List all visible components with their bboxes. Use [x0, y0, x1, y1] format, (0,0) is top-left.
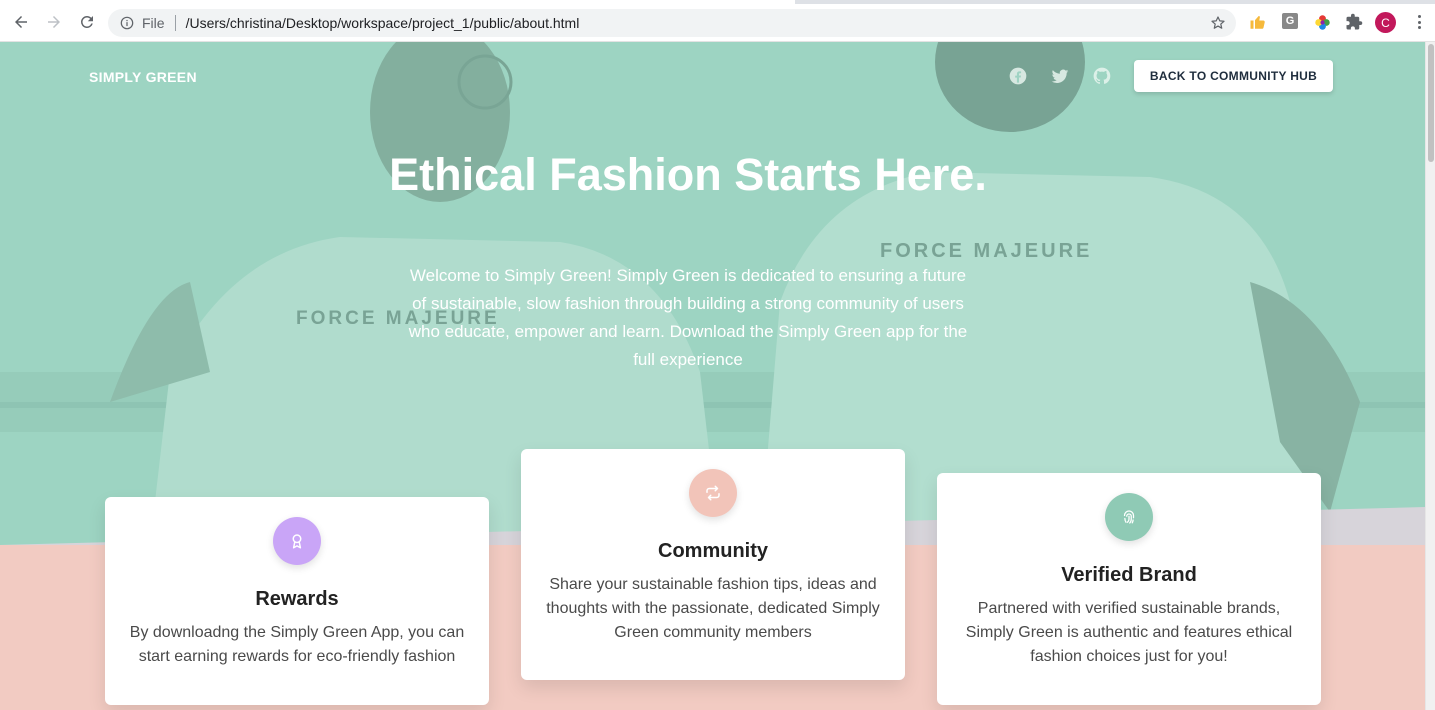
- feature-card-rewards: Rewards By downloadng the Simply Green A…: [105, 497, 489, 705]
- address-bar[interactable]: File /Users/christina/Desktop/workspace/…: [108, 9, 1236, 37]
- forward-arrow-icon[interactable]: [43, 11, 65, 33]
- award-ribbon-icon: [273, 517, 321, 565]
- omnibox-divider: [174, 15, 176, 31]
- feature-title: Rewards: [255, 588, 339, 610]
- feature-card-community: Community Share your sustainable fashion…: [521, 449, 905, 680]
- url-text[interactable]: /Users/christina/Desktop/workspace/proje…: [186, 15, 580, 31]
- fingerprint-icon: [1105, 493, 1153, 541]
- back-arrow-icon[interactable]: [10, 11, 32, 33]
- page-viewport: FORCE MAJEURE FORCE MAJEURE SIMPLY GREEN…: [0, 42, 1425, 710]
- hero-description: Welcome to Simply Green! Simply Green is…: [408, 266, 968, 369]
- scheme-label: File: [142, 15, 165, 31]
- feature-description: By downloadng the Simply Green App, you …: [129, 624, 465, 665]
- feature-description: Partnered with verified sustainable bran…: [965, 600, 1293, 665]
- active-tab[interactable]: [0, 0, 795, 4]
- feature-title: Verified Brand: [1061, 564, 1197, 586]
- puzzle-extensions-icon[interactable]: [1345, 13, 1363, 31]
- color-wheel-extension-icon[interactable]: [1313, 13, 1331, 31]
- repeat-arrows-icon: [689, 469, 737, 517]
- feature-title: Community: [658, 540, 768, 562]
- brand-logo[interactable]: SIMPLY GREEN: [89, 69, 197, 85]
- facebook-icon[interactable]: [1008, 66, 1028, 86]
- browser-toolbar: File /Users/christina/Desktop/workspace/…: [0, 0, 1435, 42]
- g-extension-label: G: [1285, 15, 1295, 27]
- back-to-community-hub-button[interactable]: BACK TO COMMUNITY HUB: [1134, 60, 1333, 92]
- github-icon[interactable]: [1092, 66, 1112, 86]
- scrollbar-thumb[interactable]: [1428, 44, 1434, 162]
- reload-icon[interactable]: [76, 11, 98, 33]
- bookmark-star-icon[interactable]: [1210, 15, 1226, 31]
- hero-title: Ethical Fashion Starts Here.: [389, 149, 987, 200]
- feature-description: Share your sustainable fashion tips, ide…: [546, 576, 880, 641]
- thumbs-up-extension-icon[interactable]: [1249, 13, 1267, 31]
- tab-strip: [0, 0, 1435, 4]
- g-extension-icon[interactable]: G: [1282, 13, 1298, 29]
- feature-card-verified-brand: Verified Brand Partnered with verified s…: [937, 473, 1321, 705]
- info-icon[interactable]: [120, 16, 134, 30]
- browser-menu-icon[interactable]: [1410, 12, 1428, 32]
- twitter-icon[interactable]: [1050, 66, 1070, 86]
- page-scrollbar[interactable]: [1425, 42, 1435, 710]
- profile-avatar[interactable]: C: [1375, 12, 1396, 33]
